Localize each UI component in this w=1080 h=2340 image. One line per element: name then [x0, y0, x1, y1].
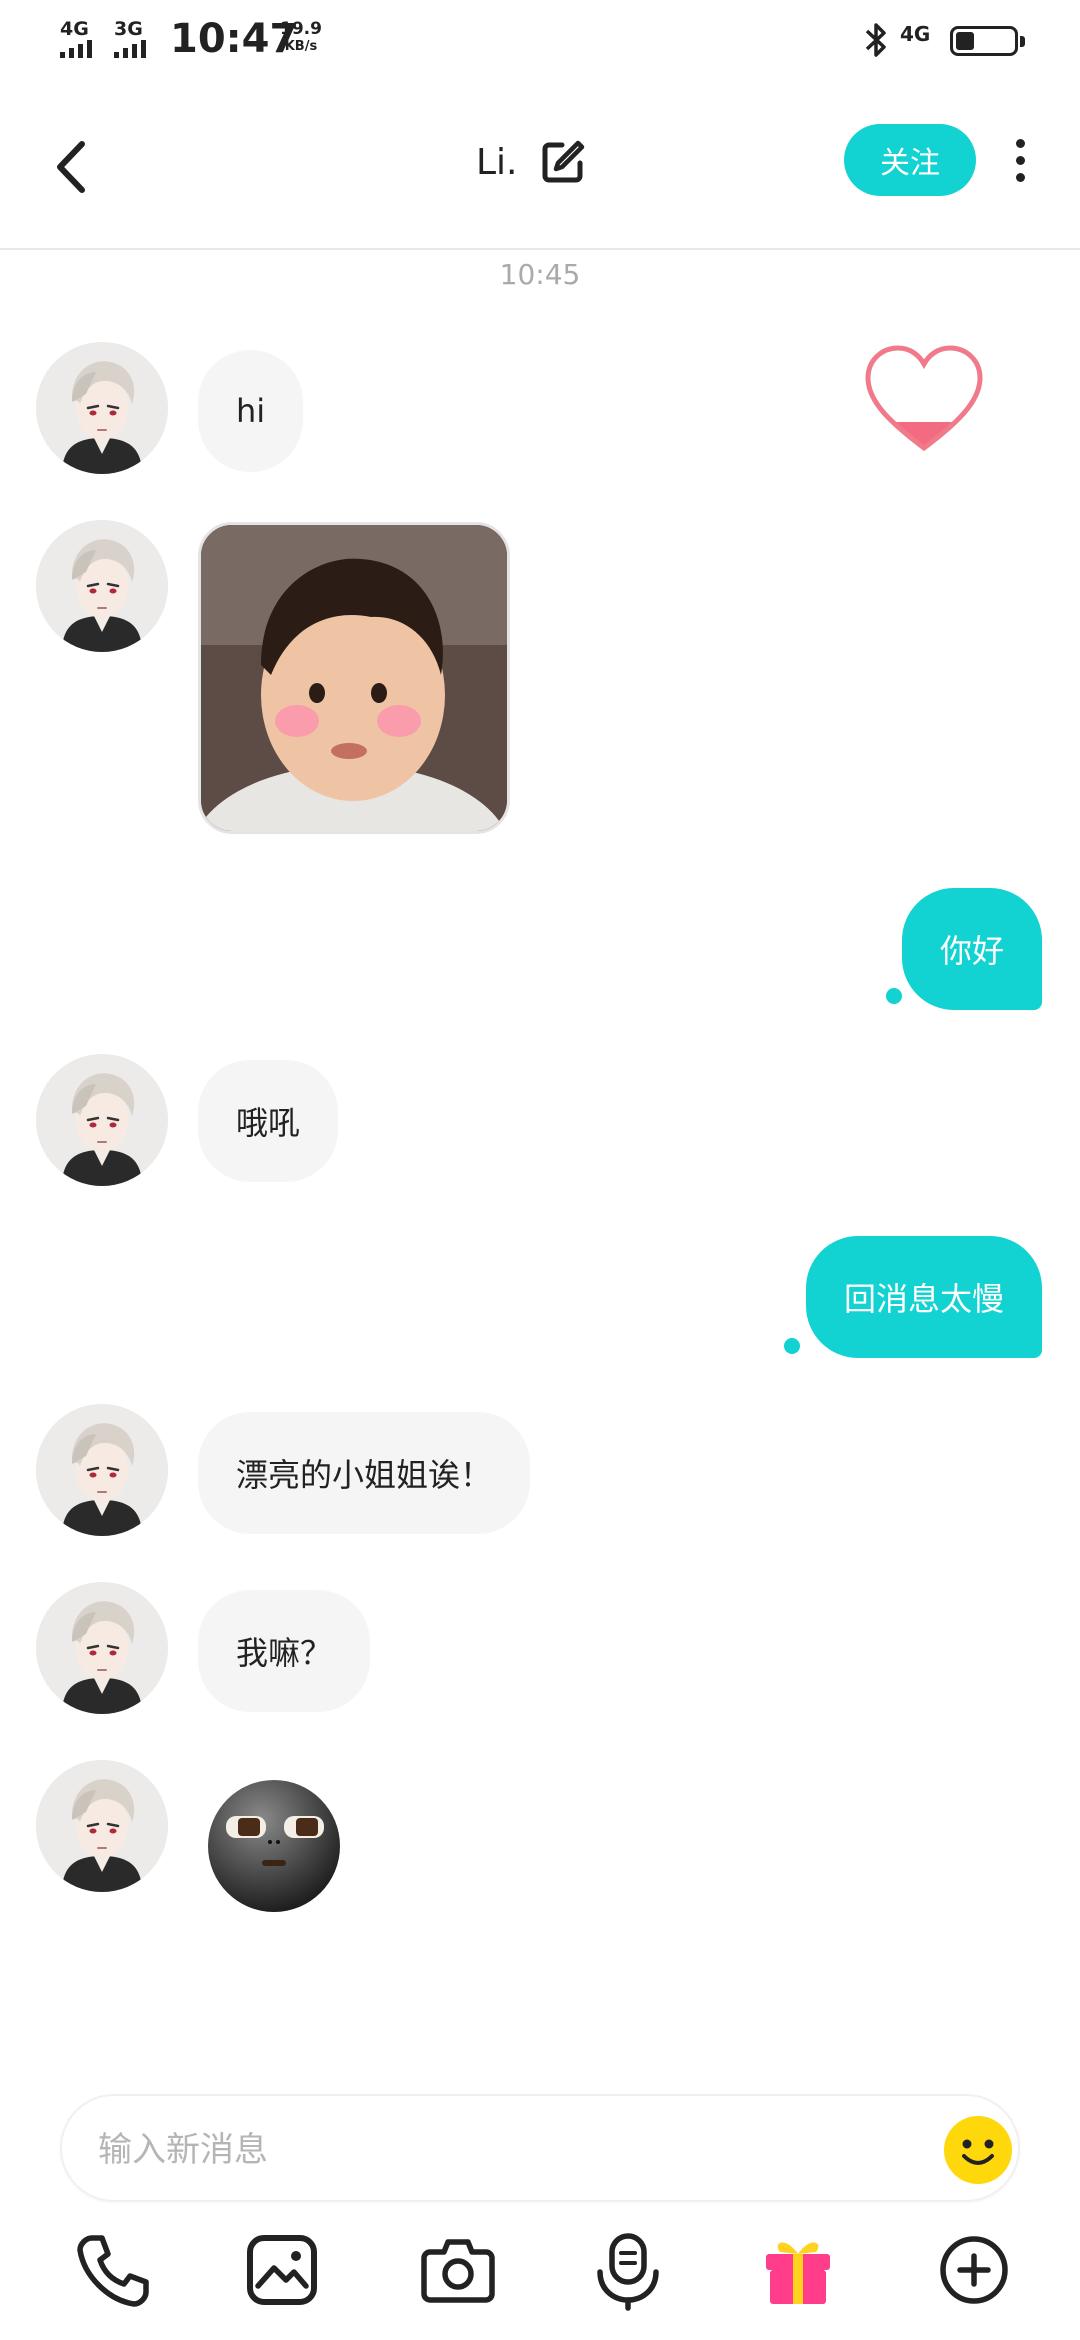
avatar[interactable]: [36, 1054, 168, 1186]
gift-icon[interactable]: [756, 2228, 840, 2312]
voice-icon[interactable]: [586, 2228, 670, 2312]
avatar[interactable]: [36, 520, 168, 652]
sent-status-dot: [886, 988, 902, 1004]
add-icon[interactable]: [932, 2228, 1016, 2312]
message-bubble[interactable]: 漂亮的小姐姐诶！: [198, 1412, 531, 1534]
page-title: Li.: [476, 141, 518, 183]
edit-icon[interactable]: [538, 137, 588, 187]
message-bubble-sent[interactable]: 你好: [901, 888, 1042, 1010]
title-area: Li.: [476, 124, 588, 200]
more-vertical-icon[interactable]: [1004, 134, 1036, 190]
battery-icon: [950, 26, 1025, 56]
status-bar: 4G 3G 10:47 19.9 KB/s 4G: [0, 0, 1080, 84]
network-speed-unit: KB/s: [284, 39, 318, 54]
avatar[interactable]: [36, 1404, 168, 1536]
emoji-icon[interactable]: [942, 2114, 1014, 2186]
avatar[interactable]: [36, 1582, 168, 1714]
bluetooth-icon: [865, 23, 886, 57]
heart-icon[interactable]: [862, 344, 986, 454]
network-speed-value: 19.9: [280, 19, 322, 39]
avatar[interactable]: [36, 342, 168, 474]
chat-header: Li. 关注: [0, 84, 1080, 250]
message-input-container: [60, 2094, 1020, 2202]
chat-screen: 4G 3G 10:47 19.9 KB/s 4G Li. 关注 10:45 hi…: [0, 0, 1080, 2340]
message-bubble-sent[interactable]: 回消息太慢: [805, 1236, 1042, 1358]
action-toolbar: [0, 2228, 1080, 2320]
network-speed: 19.9 KB/s: [280, 20, 322, 56]
back-arrow-icon[interactable]: [48, 132, 98, 202]
photo-child: [201, 525, 507, 831]
message-bubble[interactable]: hi: [198, 350, 304, 472]
network-type-right: 4G: [900, 22, 931, 46]
follow-button[interactable]: 关注: [844, 124, 976, 196]
avatar[interactable]: [36, 1760, 168, 1892]
network-type-1: 4G: [60, 18, 89, 40]
message-bubble[interactable]: 我嘛？: [198, 1590, 371, 1712]
sticker-emoji-icon[interactable]: [204, 1776, 344, 1916]
gallery-icon[interactable]: [240, 2228, 324, 2312]
chat-timestamp: 10:45: [499, 258, 581, 291]
network-type-2: 3G: [114, 18, 143, 40]
message-bubble[interactable]: 哦吼: [198, 1060, 339, 1182]
image-message[interactable]: [198, 522, 510, 834]
phone-icon[interactable]: [70, 2228, 154, 2312]
sent-status-dot: [784, 1338, 800, 1354]
message-input[interactable]: [98, 2120, 898, 2180]
clock: 10:47: [170, 16, 298, 62]
camera-icon[interactable]: [416, 2228, 500, 2312]
